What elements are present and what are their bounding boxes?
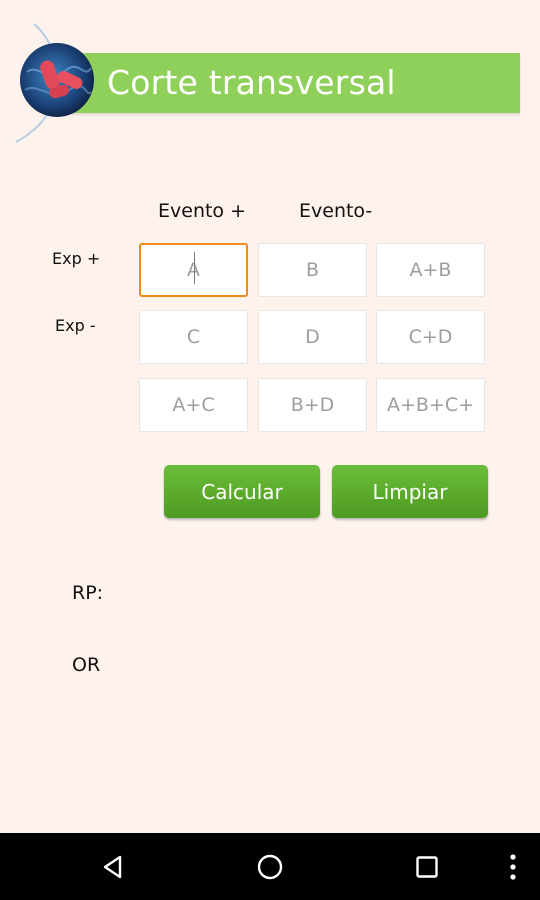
clear-button[interactable]: Limpiar <box>332 465 488 518</box>
input-b-plus-d[interactable] <box>258 378 367 432</box>
home-button[interactable] <box>245 833 295 900</box>
input-a-plus-c[interactable] <box>139 378 248 432</box>
input-c-plus-d[interactable] <box>376 310 485 364</box>
input-b[interactable] <box>258 243 367 297</box>
input-a-plus-b[interactable] <box>376 243 485 297</box>
recent-apps-button[interactable] <box>402 833 452 900</box>
recent-apps-square-icon <box>416 855 438 878</box>
input-total[interactable] <box>376 378 485 432</box>
column-header-event-positive: Evento + <box>158 200 247 222</box>
input-c[interactable] <box>139 310 248 364</box>
bacteria-logo-icon <box>20 43 94 117</box>
back-button[interactable] <box>88 833 138 900</box>
result-or-label: OR <box>72 654 101 676</box>
row-header-exposed-positive: Exp + <box>52 249 101 268</box>
calculate-button[interactable]: Calcular <box>164 465 320 518</box>
back-triangle-icon <box>103 855 122 878</box>
row-header-exposed-negative: Exp - <box>55 316 96 335</box>
text-caret <box>194 252 195 284</box>
home-circle-icon <box>257 854 283 879</box>
input-d[interactable] <box>258 310 367 364</box>
navigation-bar <box>0 833 540 900</box>
page-title: Corte transversal <box>107 63 396 102</box>
overflow-menu-icon <box>510 853 516 880</box>
column-header-event-negative: Evento- <box>299 200 373 222</box>
overflow-menu-button[interactable] <box>498 833 528 900</box>
result-rp-label: RP: <box>72 582 104 604</box>
